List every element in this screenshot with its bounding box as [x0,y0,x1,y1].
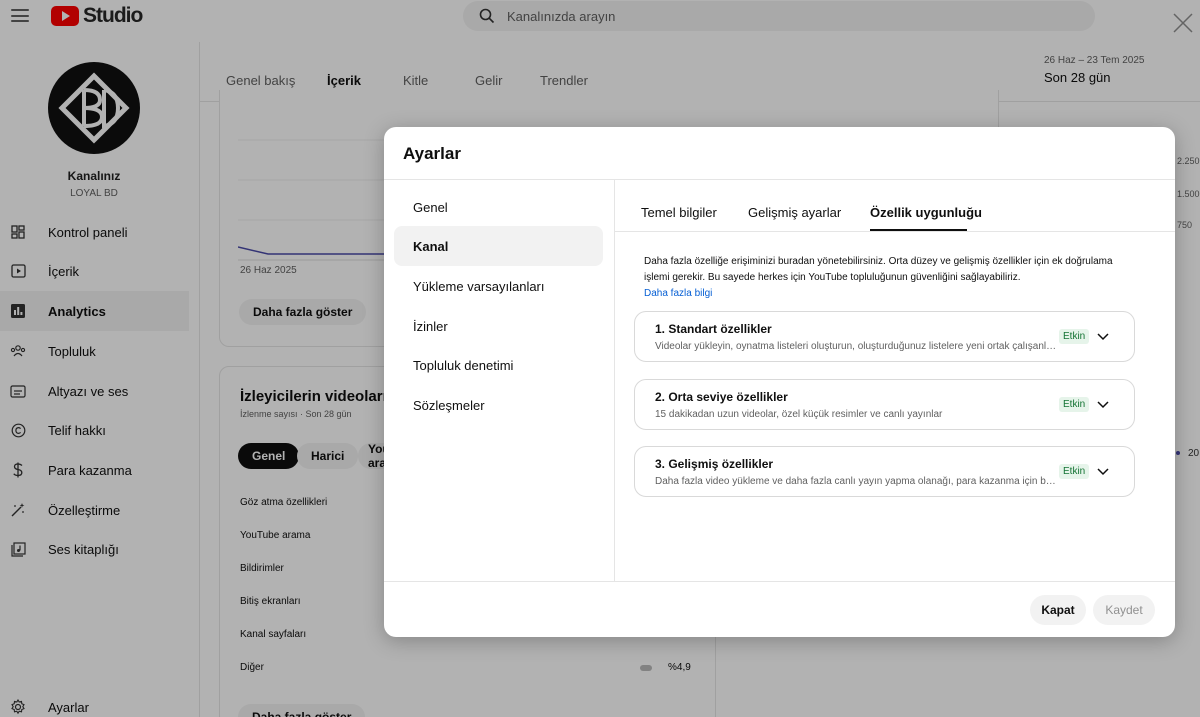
divider [384,581,1175,582]
feature-standard[interactable]: 1. Standart özellikler Videolar yükleyin… [634,311,1135,362]
nav-label: Topluluk denetimi [413,357,514,373]
feature-title: 1. Standart özellikler [655,322,772,336]
status-badge: Etkin [1059,329,1090,344]
chevron-down-icon[interactable] [1095,463,1111,479]
settings-nav-agreements[interactable]: Sözleşmeler [394,385,603,425]
feature-title: 3. Gelişmiş özellikler [655,457,774,471]
divider [614,180,615,581]
feature-description: Videolar yükleyin, oynatma listeleri olu… [655,341,1060,352]
learn-more-link[interactable]: Daha fazla bilgi [644,288,712,299]
settings-nav-community-moderation[interactable]: Topluluk denetimi [394,345,603,385]
feature-description: 15 dakikadan uzun videolar, özel küçük r… [655,409,943,420]
close-button[interactable]: Kapat [1030,595,1086,625]
settings-nav-general[interactable]: Genel [394,187,603,227]
tab-basic-info[interactable]: Temel bilgiler [641,205,717,220]
feature-intermediate[interactable]: 2. Orta seviye özellikler 15 dakikadan u… [634,379,1135,430]
feature-title: 2. Orta seviye özellikler [655,390,788,404]
settings-nav-upload-defaults[interactable]: Yükleme varsayılanları [394,266,603,306]
status-badge: Etkin [1059,464,1090,479]
nav-label: Sözleşmeler [413,397,485,413]
settings-dialog: Ayarlar Genel Kanal Yükleme varsayılanla… [384,127,1175,637]
chevron-down-icon[interactable] [1095,328,1111,344]
tab-advanced-settings[interactable]: Gelişmiş ayarlar [748,205,841,220]
settings-nav-channel[interactable]: Kanal [394,226,603,266]
nav-label: Kanal [413,238,449,254]
save-button[interactable]: Kaydet [1093,595,1155,625]
tab-feature-eligibility[interactable]: Özellik uygunluğu [870,205,982,220]
divider [615,231,1175,232]
divider [384,179,1175,180]
settings-nav-permissions[interactable]: İzinler [394,306,603,346]
dialog-title: Ayarlar [403,144,461,163]
feature-advanced[interactable]: 3. Gelişmiş özellikler Daha fazla video … [634,446,1135,497]
feature-description: Daha fazla video yükleme ve daha fazla c… [655,476,1060,487]
status-badge: Etkin [1059,397,1090,412]
chevron-down-icon[interactable] [1095,396,1111,412]
nav-label: Genel [413,199,448,215]
nav-label: İzinler [413,318,448,334]
active-tab-indicator [870,229,967,231]
feature-intro-text: Daha fazla özelliğe erişiminizi buradan … [644,256,1113,283]
nav-label: Yükleme varsayılanları [413,278,545,294]
